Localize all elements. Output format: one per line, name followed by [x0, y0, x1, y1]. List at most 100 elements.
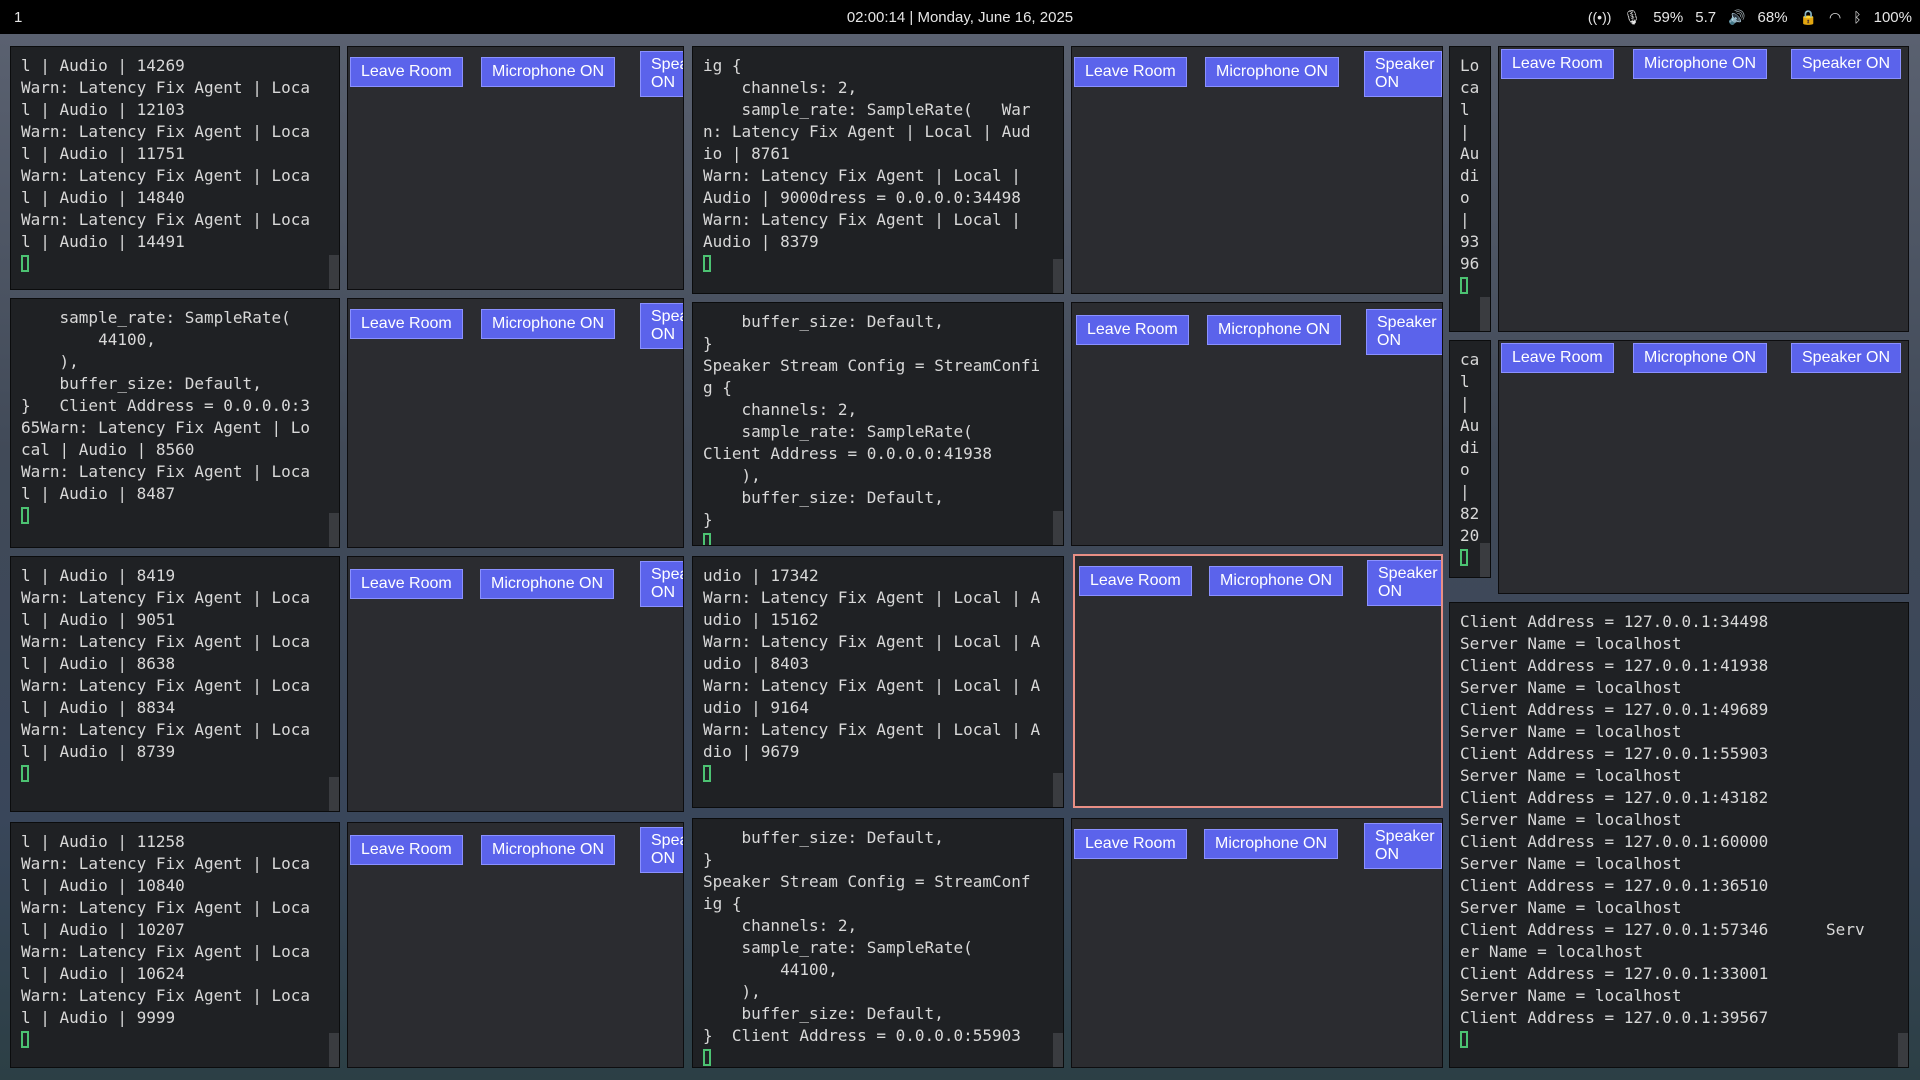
terminal-8[interactable]: udio | 17342 Warn: Latency Fix Agent | Lo…: [692, 556, 1064, 808]
terminal-7[interactable]: l | Audio | 8419 Warn: Latency Fix Agent …: [10, 556, 340, 812]
terminal-line: 93: [1460, 232, 1480, 251]
speaker-on-button[interactable]: Speaker ON: [1364, 51, 1442, 97]
terminal-line: Warn: Latency Fix Agent | Loca: [21, 942, 310, 961]
speaker-on-button[interactable]: Speaker ON: [1366, 309, 1442, 355]
load-average: 5.7: [1695, 8, 1717, 26]
leave-room-button[interactable]: Leave Room: [350, 309, 463, 339]
terminal-1[interactable]: l | Audio | 14269 Warn: Latency Fix Agent…: [10, 46, 340, 290]
terminal-line: sample_rate: SampleRate(: [703, 422, 973, 441]
terminal-scrollbar[interactable]: [1053, 259, 1063, 293]
terminal-line: 44100,: [703, 960, 838, 979]
terminal-line: buffer_size: Default,: [703, 488, 944, 507]
leave-room-button[interactable]: Leave Room: [1076, 315, 1189, 345]
terminal-scrollbar[interactable]: [329, 513, 339, 547]
speaker-on-button[interactable]: Spea ON: [640, 51, 683, 97]
lock-icon[interactable]: 🔒: [1800, 9, 1817, 26]
terminal-scrollbar[interactable]: [329, 1033, 339, 1067]
terminal-2[interactable]: ig { channels: 2, sample_rate: SampleRat…: [692, 46, 1064, 294]
terminal-line: |: [1460, 122, 1470, 141]
terminal-4[interactable]: sample_rate: SampleRate( 44100, ), buffe…: [10, 298, 340, 548]
leave-room-button[interactable]: Leave Room: [1501, 343, 1614, 373]
terminal-cursor: [703, 255, 711, 272]
terminal-6[interactable]: ca l | Au di o | 82 20: [1449, 340, 1491, 578]
room-panel-a2: Leave Room Microphone ON Spea ON: [347, 298, 684, 548]
workspace-indicator[interactable]: 1: [14, 9, 22, 26]
terminal-scrollbar[interactable]: [329, 255, 339, 289]
terminal-line: udio | 9164: [703, 698, 809, 717]
terminal-scrollbar[interactable]: [1053, 511, 1063, 545]
leave-room-button[interactable]: Leave Room: [1074, 829, 1187, 859]
terminal-line: ),: [703, 466, 761, 485]
terminal-3[interactable]: Lo ca l | Au di o | 93 96: [1449, 46, 1491, 332]
microphone-on-button[interactable]: Microphone ON: [481, 835, 616, 865]
terminal-line: Warn: Latency Fix Agent | Loca: [21, 854, 310, 873]
terminal-scrollbar[interactable]: [1480, 297, 1490, 331]
terminal-line: ca: [1460, 350, 1480, 369]
terminal-line: Warn: Latency Fix Agent | Loca: [21, 78, 310, 97]
leave-room-button[interactable]: Leave Room: [1501, 49, 1614, 79]
terminal-line: Warn: Latency Fix Agent | Local | A: [703, 632, 1041, 651]
wifi-icon[interactable]: ◠: [1829, 9, 1841, 26]
terminal-cursor: [21, 765, 29, 782]
speaker-on-button[interactable]: Spea ON: [640, 303, 683, 349]
terminal-line: l | Audio | 8419: [21, 566, 176, 585]
terminal-cursor: [703, 1049, 711, 1066]
terminal-5[interactable]: buffer_size: Default,} Speaker Stream Con…: [692, 302, 1064, 546]
terminal-line: l: [1460, 100, 1470, 119]
battery-level: 100%: [1873, 8, 1912, 26]
room-panel-a4: Leave Room Microphone ON Spea ON: [347, 822, 684, 1068]
microphone-on-button[interactable]: Microphone ON: [1633, 49, 1768, 79]
microphone-on-button[interactable]: Microphone ON: [1205, 57, 1340, 87]
terminal-line: Speaker Stream Config = StreamConfi: [703, 356, 1041, 375]
terminal-line: Audio | 8379: [703, 232, 819, 251]
microphone-on-button[interactable]: Microphone ON: [1209, 566, 1344, 596]
microphone-on-button[interactable]: Microphone ON: [481, 57, 616, 87]
terminal-cursor: [21, 1031, 29, 1048]
cpu-usage: 59%: [1653, 8, 1684, 26]
terminal-line: Server Name = localhost: [1460, 634, 1682, 653]
microphone-on-button[interactable]: Microphone ON: [481, 309, 616, 339]
leave-room-button[interactable]: Leave Room: [1079, 566, 1192, 596]
terminal-line: ),: [21, 352, 79, 371]
terminal-scrollbar[interactable]: [1053, 773, 1063, 807]
speaker-on-button[interactable]: Spea ON: [640, 827, 683, 873]
speaker-on-button[interactable]: Spea ON: [640, 561, 683, 607]
microphone-on-button[interactable]: Microphone ON: [1204, 829, 1339, 859]
room-panel-b4: Leave Room Microphone ON Speaker ON: [1071, 818, 1443, 1068]
terminal-line: udio | 8403: [703, 654, 809, 673]
terminal-line: Warn: Latency Fix Agent | Local | A: [703, 720, 1041, 739]
terminal-scrollbar[interactable]: [1898, 1033, 1908, 1067]
top-status-bar: 1 02:00:14 | Monday, June 16, 2025 ((•))…: [0, 0, 1920, 34]
terminal-line: udio | 15162: [703, 610, 819, 629]
terminal-scrollbar[interactable]: [329, 777, 339, 811]
microphone-on-button[interactable]: Microphone ON: [1207, 315, 1342, 345]
terminal-line: 82: [1460, 504, 1480, 523]
microphone-icon[interactable]: 🎙: [1623, 9, 1641, 26]
volume-icon[interactable]: 🔊: [1728, 9, 1745, 26]
terminal-11[interactable]: buffer_size: Default,} Speaker Stream Con…: [692, 818, 1064, 1068]
speaker-on-button[interactable]: Speaker ON: [1367, 560, 1441, 606]
speaker-on-button[interactable]: Speaker ON: [1791, 49, 1902, 79]
terminal-10[interactable]: l | Audio | 11258 Warn: Latency Fix Agent…: [10, 822, 340, 1068]
terminal-line: |: [1460, 210, 1470, 229]
leave-room-button[interactable]: Leave Room: [1074, 57, 1187, 87]
microphone-on-button[interactable]: Microphone ON: [480, 569, 615, 599]
speaker-on-button[interactable]: Speaker ON: [1791, 343, 1902, 373]
terminal-scrollbar[interactable]: [1480, 543, 1490, 577]
terminal-line: Au: [1460, 144, 1480, 163]
speaker-on-button[interactable]: Speaker ON: [1364, 823, 1442, 869]
terminal-line: Server Name = localhost: [1460, 810, 1682, 829]
terminal-line: ),: [703, 982, 761, 1001]
terminal-scrollbar[interactable]: [1053, 1033, 1063, 1067]
microphone-on-button[interactable]: Microphone ON: [1633, 343, 1768, 373]
broadcast-icon[interactable]: ((•)): [1588, 9, 1612, 25]
terminal-9[interactable]: Client Address = 127.0.0.1:34498 Server N…: [1449, 602, 1909, 1068]
terminal-line: l | Audio | 14491: [21, 232, 185, 251]
terminal-line: ca: [1460, 78, 1480, 97]
terminal-line: 96: [1460, 254, 1480, 273]
leave-room-button[interactable]: Leave Room: [350, 57, 463, 87]
bluetooth-icon[interactable]: ᛒ: [1853, 9, 1861, 25]
leave-room-button[interactable]: Leave Room: [350, 835, 463, 865]
leave-room-button[interactable]: Leave Room: [350, 569, 463, 599]
terminal-line: Server Name = localhost: [1460, 722, 1682, 741]
